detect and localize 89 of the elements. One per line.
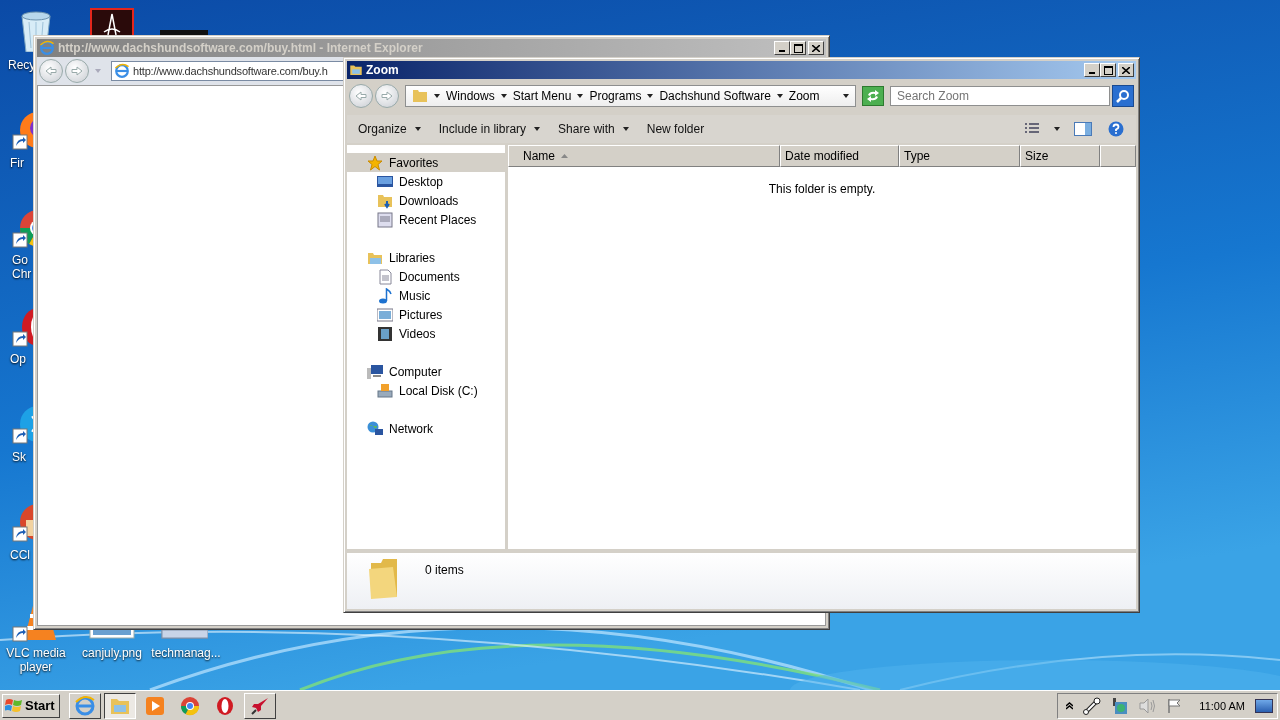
breadcrumb-item[interactable]: Dachshund Software — [659, 89, 771, 103]
nav-item[interactable]: Videos — [347, 324, 505, 343]
nav-item[interactable]: Recent Places — [347, 210, 505, 229]
arrow-left-icon — [45, 66, 57, 76]
breadcrumb-arrow-icon[interactable] — [577, 94, 584, 98]
start-button[interactable]: Start — [2, 693, 60, 718]
icon-label[interactable]: Sk — [12, 450, 26, 464]
close-button[interactable] — [808, 41, 824, 55]
folder-icon — [377, 192, 393, 209]
nav-item[interactable]: Computer — [347, 362, 505, 381]
picture-icon — [377, 306, 393, 323]
nav-item[interactable]: Desktop — [347, 172, 505, 191]
search-button[interactable] — [1112, 85, 1134, 107]
nav-item[interactable]: Libraries — [347, 248, 505, 267]
monitor-icon — [377, 173, 393, 190]
globe-icon — [367, 420, 383, 437]
arrow-left-icon — [355, 91, 367, 101]
film-icon — [377, 325, 393, 342]
nav-item[interactable]: Local Disk (C:) — [347, 381, 505, 400]
icon-label[interactable]: Fir — [10, 156, 24, 170]
show-desktop-button[interactable] — [1255, 698, 1273, 713]
window-title: http://www.dachshundsoftware.com/buy.html - Internet Explorer — [58, 41, 424, 55]
search-field[interactable]: Search Zoom — [890, 86, 1110, 106]
dropdown-arrow-icon[interactable] — [843, 94, 849, 98]
breadcrumb-item[interactable]: Zoom — [788, 89, 820, 103]
close-button[interactable] — [1118, 63, 1134, 77]
address-field[interactable]: http://www.dachshundsoftware.com/buy.h — [111, 61, 343, 81]
close-icon — [812, 44, 820, 52]
taskbar-button[interactable] — [103, 692, 136, 719]
nav-item[interactable]: Pictures — [347, 305, 505, 324]
play-icon — [143, 694, 166, 717]
nav-item[interactable]: Network — [347, 419, 505, 438]
breadcrumb-arrow-icon[interactable] — [434, 94, 440, 98]
view-list-icon[interactable] — [1024, 123, 1040, 135]
folder-icon — [412, 87, 428, 105]
help-icon[interactable] — [1108, 121, 1124, 137]
refresh-button[interactable] — [862, 86, 884, 106]
view-dropdown-icon[interactable] — [1054, 127, 1060, 131]
icon-label[interactable]: Op — [10, 352, 26, 366]
nav-item[interactable]: Downloads — [347, 191, 505, 210]
e-letter-icon — [39, 40, 55, 56]
network-icon[interactable] — [1111, 696, 1130, 715]
maximize-button[interactable] — [790, 41, 806, 55]
clock[interactable]: 11:00 AM — [1199, 699, 1245, 712]
empty-folder-message: This folder is empty. — [768, 182, 876, 196]
address-bar[interactable]: Windows Start Menu Programs Dachshund Software Zoom — [405, 85, 856, 107]
star-icon — [367, 154, 383, 171]
breadcrumb-arrow-icon[interactable] — [500, 94, 507, 98]
music-note-icon — [377, 287, 393, 304]
wrench-icon[interactable] — [1083, 696, 1102, 715]
toolbar-button[interactable]: Share with — [551, 120, 636, 138]
breadcrumb-item[interactable]: Start Menu — [512, 89, 572, 103]
window-icon — [377, 211, 393, 228]
toolbar-button[interactable]: Organize — [351, 120, 428, 138]
nav-item[interactable]: Documents — [347, 267, 505, 286]
search-icon — [1116, 89, 1130, 103]
nav-item[interactable]: Favorites — [347, 153, 505, 172]
browser-icon — [178, 694, 201, 717]
toolbar-button[interactable]: New folder — [639, 120, 712, 138]
refresh-icon — [866, 90, 880, 102]
column-header[interactable]: Name — [508, 145, 780, 167]
drive-icon — [377, 382, 393, 399]
chevron-up-icon[interactable] — [1066, 701, 1074, 710]
breadcrumb-arrow-icon[interactable] — [776, 94, 783, 98]
e-letter-icon — [114, 63, 130, 79]
column-header[interactable]: Size — [1020, 145, 1100, 167]
windows-logo-icon — [5, 697, 23, 714]
maximize-button[interactable] — [1100, 63, 1116, 77]
arrow-right-icon — [71, 66, 83, 76]
arrow-right-icon — [381, 91, 393, 101]
close-icon — [1122, 66, 1130, 74]
breadcrumb-arrow-icon[interactable] — [647, 94, 654, 98]
item-count: 0 items — [425, 563, 464, 579]
toolbar-button[interactable]: Include in library — [431, 120, 548, 138]
e-letter-icon — [73, 694, 96, 717]
icon-label[interactable]: CCl — [10, 548, 30, 562]
document-icon — [377, 268, 393, 285]
preview-pane-icon[interactable] — [1074, 122, 1092, 136]
column-header[interactable]: Type — [899, 145, 1020, 167]
window-title: Zoom — [366, 63, 400, 77]
column-header[interactable]: Date modified — [780, 145, 899, 167]
sort-arrow-icon — [561, 154, 568, 158]
icon-label[interactable]: Go Chr — [12, 253, 34, 281]
computer-icon — [367, 363, 383, 380]
nav-item[interactable]: Music — [347, 286, 505, 305]
breadcrumb-item[interactable]: Programs — [589, 89, 642, 103]
minimize-button[interactable] — [1084, 63, 1100, 77]
breadcrumb-item[interactable]: Windows — [446, 89, 495, 103]
minimize-button[interactable] — [774, 41, 790, 55]
